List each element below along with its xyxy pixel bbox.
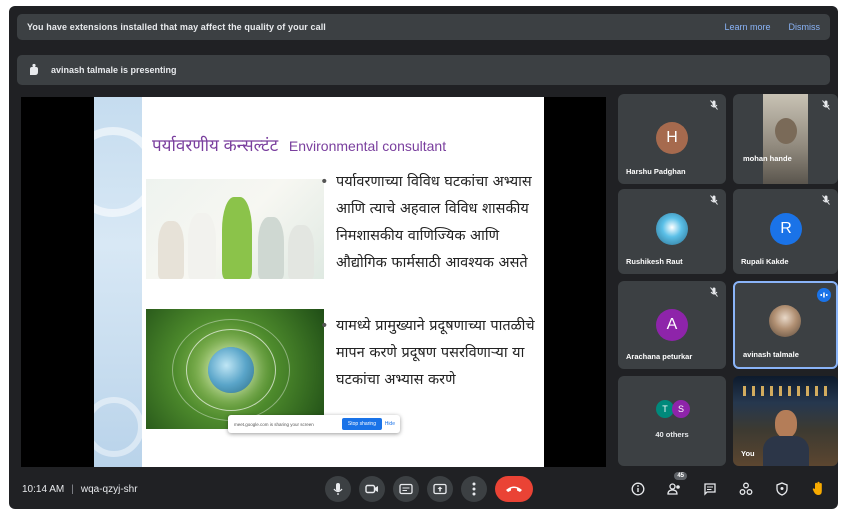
others-count: 40 others <box>655 430 689 439</box>
participant-name: mohan hande <box>743 154 792 163</box>
presenting-hand-icon <box>25 61 43 79</box>
bottom-control-bar: 10:14 AM | wqa-qzyj-shr 45 <box>9 469 838 509</box>
business-meeting-photo <box>146 179 324 279</box>
avatar: R <box>770 213 802 245</box>
hand-raise-icon <box>812 481 822 495</box>
presentation-stage: पर्यावरणीय कन्सल्टंट Environmental consu… <box>21 97 606 467</box>
dismiss-button[interactable]: Dismiss <box>789 22 821 32</box>
avatar <box>656 213 688 245</box>
environment-globe-photo <box>146 309 324 429</box>
people-icon <box>666 483 680 495</box>
end-call-button[interactable] <box>495 476 533 502</box>
slide-bullet: • पर्यावरणाच्या विविध घटकांचा अभ्यास आणि… <box>320 169 538 277</box>
meeting-info: 10:14 AM | wqa-qzyj-shr <box>22 484 138 495</box>
stop-sharing-button[interactable]: Stop sharing <box>341 418 382 430</box>
participant-tile[interactable]: Rushikesh Raut <box>618 189 726 274</box>
chat-icon <box>704 483 716 496</box>
chat-button[interactable] <box>698 476 722 502</box>
slide-title-marathi: पर्यावरणीय कन्सल्टंट <box>152 136 279 155</box>
slide-bullet-text: यामध्ये प्रामुख्याने प्रदूषणाच्या पातळीच… <box>336 318 535 388</box>
meeting-details-button[interactable] <box>626 476 650 502</box>
activities-icon <box>739 482 753 495</box>
participant-tile[interactable]: H Harshu Padghan <box>618 94 726 184</box>
extensions-warning-text: You have extensions installed that may a… <box>27 22 326 32</box>
slide-title: पर्यावरणीय कन्सल्टंट Environmental consu… <box>152 133 446 156</box>
avatar: H <box>656 122 688 154</box>
extensions-warning-banner: You have extensions installed that may a… <box>17 14 830 40</box>
others-tile[interactable]: T S 40 others <box>618 376 726 466</box>
mic-muted-icon <box>821 195 831 205</box>
participant-name: Rushikesh Raut <box>626 257 683 266</box>
meeting-time: 10:14 AM <box>22 483 65 495</box>
captions-icon <box>399 483 413 495</box>
self-view-tile[interactable]: You <box>733 376 838 466</box>
mic-muted-icon <box>709 195 719 205</box>
camera-icon <box>365 484 378 494</box>
avatar: S <box>672 400 690 418</box>
participant-count-badge: 45 <box>674 472 687 480</box>
activities-button[interactable] <box>734 476 758 502</box>
participant-name: avinash talmale <box>743 350 799 359</box>
people-button[interactable]: 45 <box>662 472 687 502</box>
speaking-indicator-icon <box>817 288 831 302</box>
participant-tile-active-speaker[interactable]: avinash talmale <box>733 281 838 369</box>
meeting-code: wqa-qzyj-shr <box>80 483 138 495</box>
info-icon <box>631 482 645 496</box>
captions-button[interactable] <box>393 476 419 502</box>
mic-icon <box>333 483 343 495</box>
presenting-text: avinash talmale is presenting <box>51 65 177 75</box>
learn-more-link[interactable]: Learn more <box>724 22 770 32</box>
participant-name: Harshu Padghan <box>626 167 686 176</box>
slide-bullet: • यामध्ये प्रामुख्याने प्रदूषणाच्या पातळ… <box>320 313 538 394</box>
present-button[interactable] <box>427 476 453 502</box>
participant-name: Rupali Kakde <box>741 257 789 266</box>
more-options-button[interactable] <box>461 476 487 502</box>
host-controls-button[interactable] <box>770 476 794 502</box>
presenting-banner: avinash talmale is presenting <box>17 55 830 85</box>
mic-muted-icon <box>821 100 831 110</box>
participant-tile[interactable]: mohan hande <box>733 94 838 184</box>
participant-name: Arachana peturkar <box>626 352 693 361</box>
participant-tile[interactable]: A Arachana peturkar <box>618 281 726 369</box>
avatar <box>769 305 801 337</box>
separator: | <box>71 483 74 495</box>
camera-toggle-button[interactable] <box>359 476 385 502</box>
avatar: A <box>656 309 688 341</box>
more-options-icon <box>472 482 476 496</box>
participant-video <box>763 94 808 184</box>
mic-toggle-button[interactable] <box>325 476 351 502</box>
hide-button[interactable]: Hide <box>385 421 395 427</box>
end-call-icon <box>506 486 522 492</box>
screen-share-popup: meet.google.com is sharing your screen S… <box>228 415 400 433</box>
meet-window: You have extensions installed that may a… <box>9 6 838 509</box>
slide-title-english: Environmental consultant <box>288 138 447 154</box>
side-panel-controls: 45 <box>626 472 830 502</box>
self-label: You <box>741 449 755 458</box>
slide-bullet-text: पर्यावरणाच्या विविध घटकांचा अभ्यास आणि त… <box>336 174 532 271</box>
host-controls-icon <box>776 482 788 496</box>
call-controls <box>325 476 533 502</box>
mic-muted-icon <box>709 287 719 297</box>
participant-tile[interactable]: R Rupali Kakde <box>733 189 838 274</box>
screen-share-popup-text: meet.google.com is sharing your screen <box>234 421 314 427</box>
mic-muted-icon <box>709 100 719 110</box>
presentation-slide: पर्यावरणीय कन्सल्टंट Environmental consu… <box>94 97 544 467</box>
present-icon <box>433 483 447 495</box>
raise-hand-button[interactable] <box>806 476 830 502</box>
